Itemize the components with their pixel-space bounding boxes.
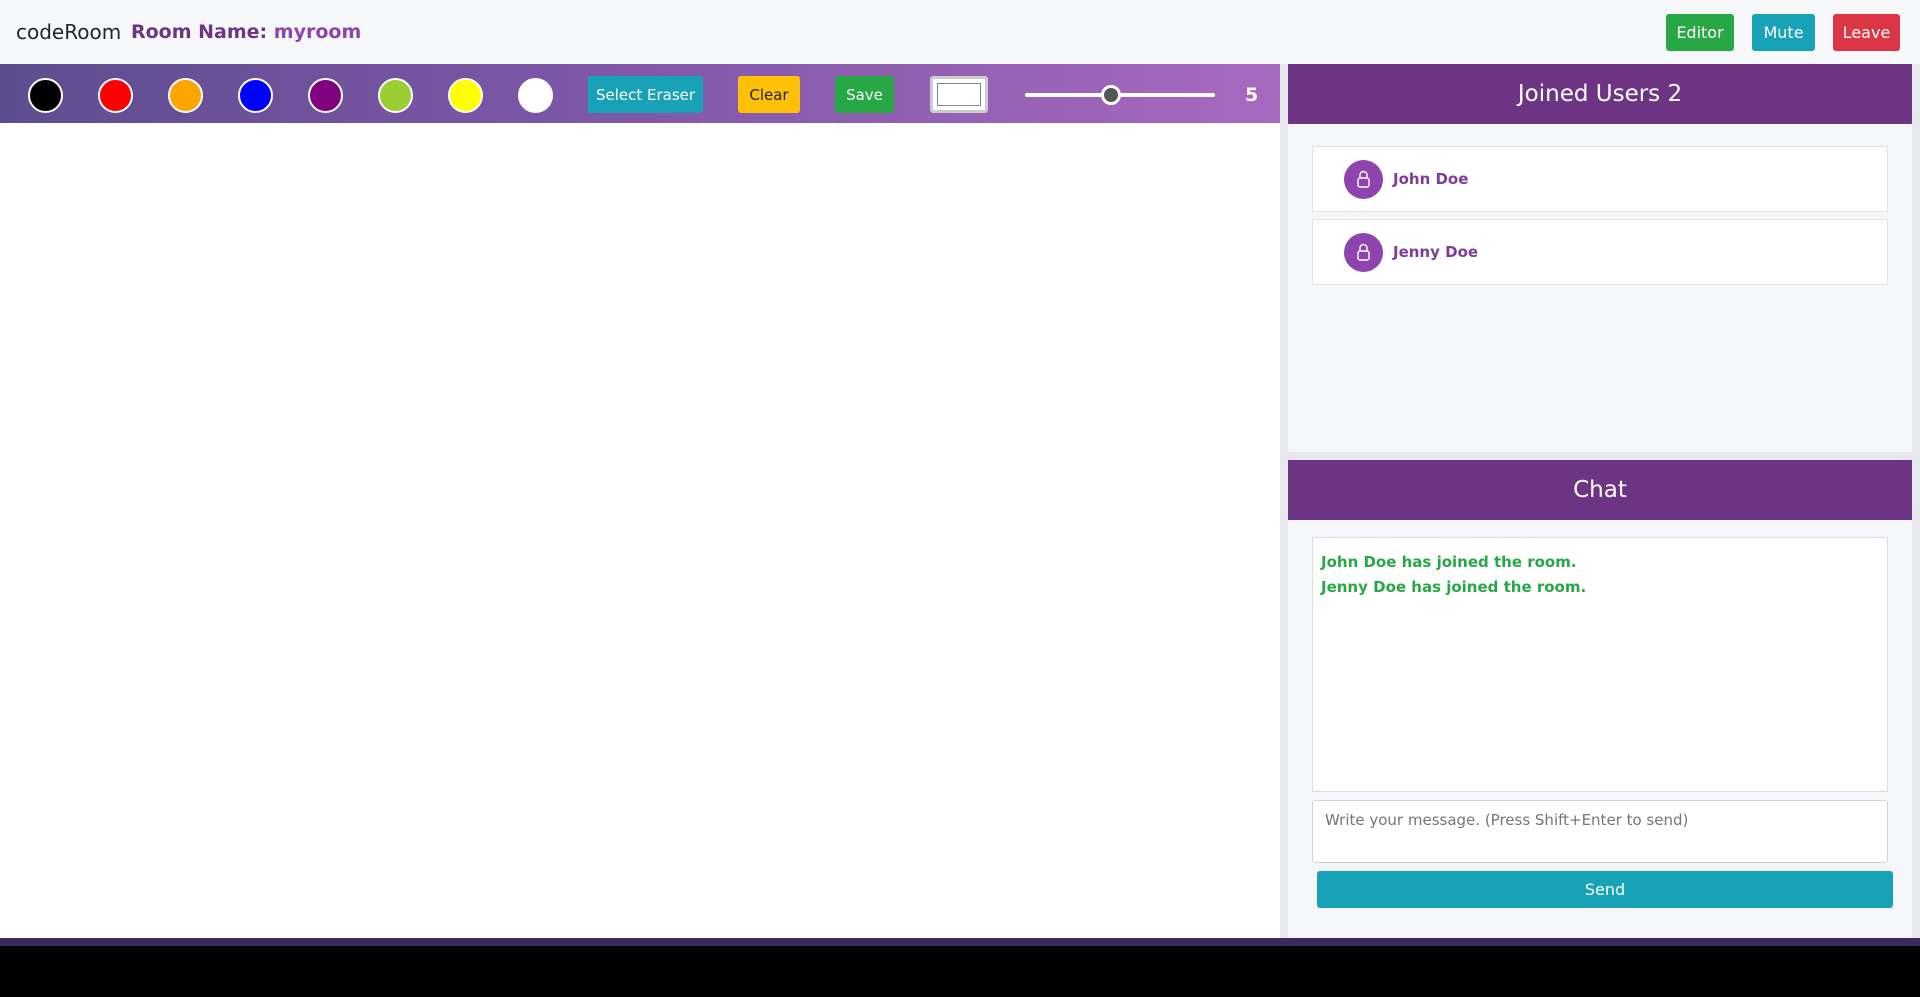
top-navbar: codeRoom Room Name: myroom Editor Mute L… (0, 0, 1920, 64)
select-eraser-button[interactable]: Select Eraser (588, 76, 703, 113)
color-swatch-red[interactable] (98, 78, 133, 113)
color-swatch-orange[interactable] (168, 78, 203, 113)
color-swatch-blue[interactable] (238, 78, 273, 113)
send-button[interactable]: Send (1317, 871, 1893, 908)
drawing-canvas[interactable] (0, 123, 1280, 938)
editor-button[interactable]: Editor (1666, 14, 1734, 51)
color-swatch-black[interactable] (28, 78, 63, 113)
right-gutter (1912, 64, 1920, 938)
footer-bar (0, 938, 1920, 946)
chat-title: Chat (1288, 460, 1912, 520)
chat-message: John Doe has joined the room. (1321, 553, 1577, 571)
leave-button[interactable]: Leave (1833, 14, 1900, 51)
drawing-toolbar: Select Eraser Clear Save 5 (0, 64, 1280, 123)
color-swatch-yellowgreen[interactable] (378, 78, 413, 113)
room-name-value: myroom (273, 21, 362, 43)
chat-message-input[interactable] (1312, 800, 1888, 863)
user-list-item: John Doe (1312, 146, 1888, 212)
user-avatar-icon (1344, 233, 1383, 272)
chat-message: Jenny Doe has joined the room. (1321, 578, 1587, 596)
brush-size-value: 5 (1245, 84, 1259, 106)
joined-users-title: Joined Users 2 (1288, 64, 1912, 124)
save-button[interactable]: Save (835, 76, 894, 113)
color-picker[interactable] (930, 76, 988, 113)
room-name-label: Room Name: myroom (131, 21, 361, 43)
chat-panel: Chat John Doe has joined the room. Jenny… (1288, 460, 1912, 938)
footer-blank (0, 946, 1920, 997)
color-swatch-purple[interactable] (308, 78, 343, 113)
mute-button[interactable]: Mute (1752, 14, 1815, 51)
room-name-caption: Room Name: (131, 21, 268, 43)
brand-logo-text[interactable]: codeRoom (16, 20, 121, 44)
panel-divider (1280, 64, 1288, 938)
joined-users-panel: Joined Users 2 John Doe Jenny Doe (1288, 64, 1912, 452)
color-swatch-yellow[interactable] (448, 78, 483, 113)
user-name: John Doe (1393, 170, 1469, 188)
user-avatar-icon (1344, 160, 1383, 199)
chat-message-log[interactable]: John Doe has joined the room. Jenny Doe … (1312, 537, 1888, 792)
user-list-item: Jenny Doe (1312, 219, 1888, 285)
color-swatch-white[interactable] (518, 78, 553, 113)
user-name: Jenny Doe (1393, 243, 1479, 261)
brush-size-slider-thumb[interactable] (1100, 85, 1121, 105)
clear-button[interactable]: Clear (738, 76, 800, 113)
panel-gap (1288, 452, 1920, 460)
selected-color-preview (937, 83, 981, 106)
